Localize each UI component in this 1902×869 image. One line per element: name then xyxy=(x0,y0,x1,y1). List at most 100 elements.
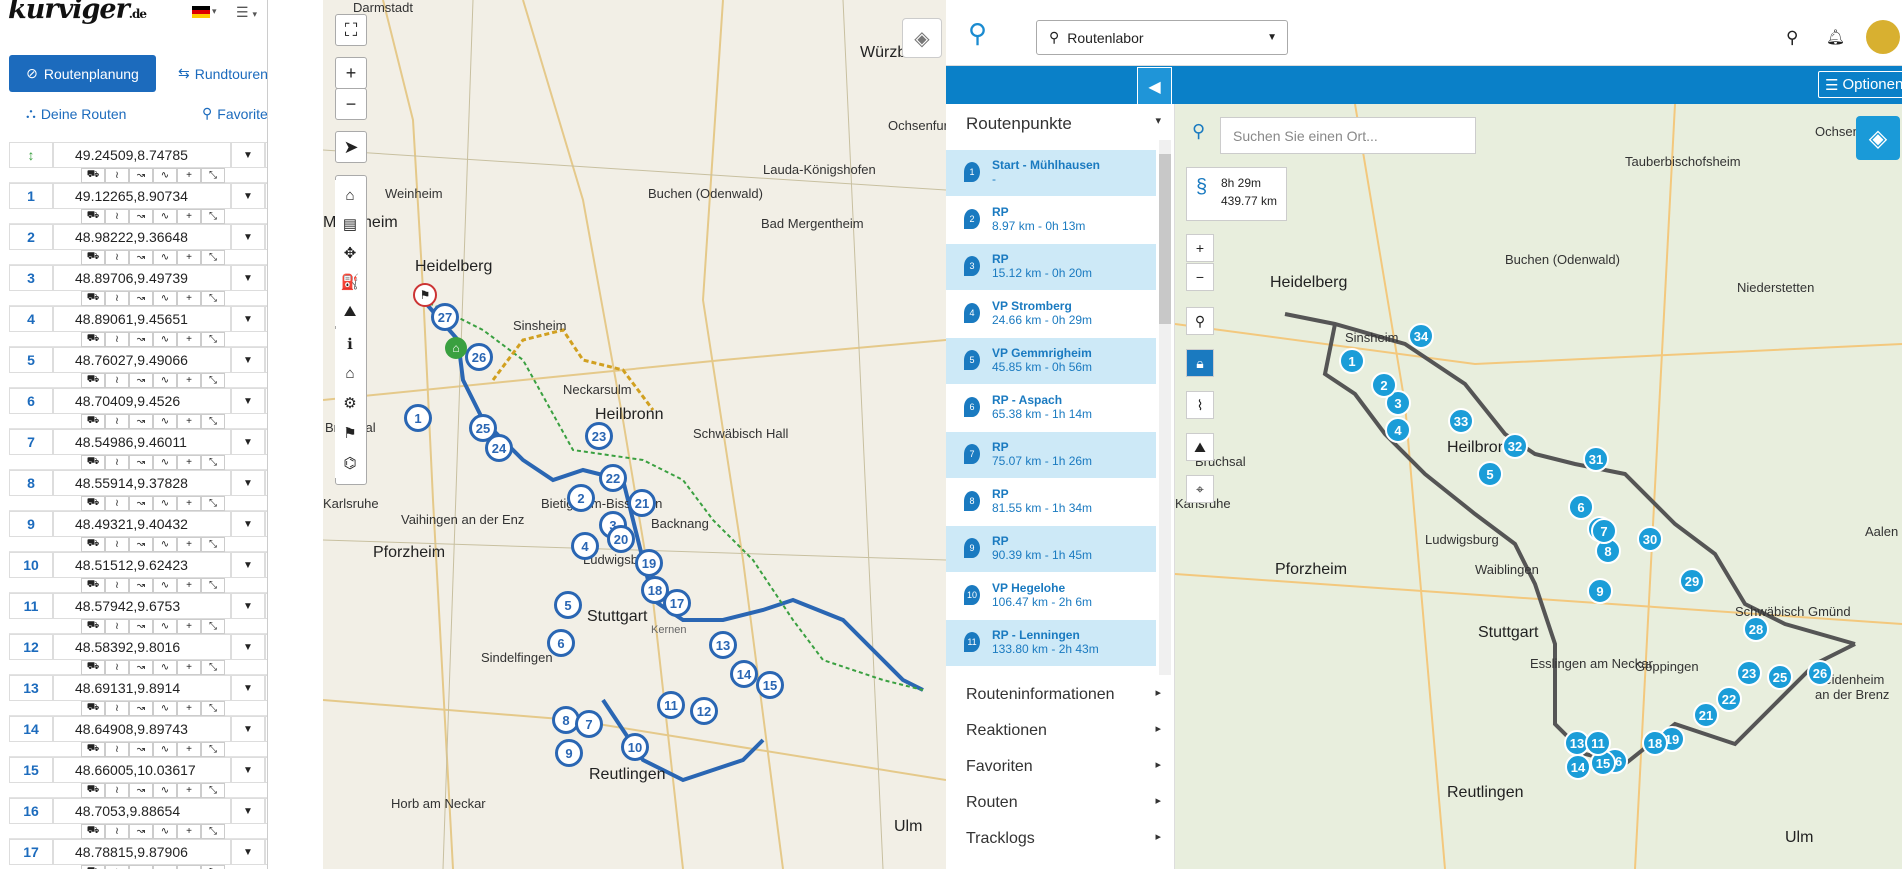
shrink-icon[interactable]: ⤡ xyxy=(201,414,225,429)
waypoint-number[interactable]: 6 xyxy=(9,388,53,414)
shrink-icon[interactable]: ⤡ xyxy=(201,742,225,757)
section-favoriten[interactable]: Favoriten ▸ xyxy=(966,758,1161,776)
deine-routen-link[interactable]: ⛬ Deine Routen xyxy=(26,105,126,122)
waypoint-number[interactable]: 16 xyxy=(9,798,53,824)
remove-waypoint-icon[interactable]: ✖ xyxy=(265,224,267,250)
routepoint-item[interactable]: 6 RP - Aspach 65.38 km - 1h 14m xyxy=(946,385,1156,431)
remove-waypoint-icon[interactable]: ✖ xyxy=(265,798,267,824)
add-icon[interactable]: + xyxy=(177,209,201,224)
waypoint-coordinate-input[interactable]: 48.58392,9.8016 xyxy=(53,634,231,660)
german-flag-icon[interactable] xyxy=(192,6,210,18)
curvy-icon[interactable]: ≀ xyxy=(105,619,129,634)
biker-icon[interactable]: ⛟ xyxy=(81,209,105,224)
waypoint-dropdown-icon[interactable]: ▼ xyxy=(231,347,265,373)
waypoint-coordinate-input[interactable]: 48.51512,9.62423 xyxy=(53,552,231,578)
biker-icon[interactable]: ⛟ xyxy=(81,660,105,675)
map-marker[interactable]: 17 xyxy=(663,589,691,617)
biker-icon[interactable]: ⛟ xyxy=(81,414,105,429)
waypoint-number[interactable]: 11 xyxy=(9,593,53,619)
add-icon[interactable]: + xyxy=(177,496,201,511)
map-marker[interactable]: 33 xyxy=(1448,408,1474,434)
biker-icon[interactable]: ⛟ xyxy=(81,373,105,388)
remove-waypoint-icon[interactable]: ✖ xyxy=(265,511,267,537)
winding-icon[interactable]: ↝ xyxy=(129,578,153,593)
info-tool-icon[interactable]: ℹ xyxy=(335,329,365,359)
curvy-icon[interactable]: ≀ xyxy=(105,455,129,470)
section-routeninformationen[interactable]: Routeninformationen ▸ xyxy=(966,686,1161,704)
add-icon[interactable]: + xyxy=(177,578,201,593)
routepoint-item[interactable]: 8 RP 81.55 km - 1h 34m xyxy=(946,479,1156,525)
map-marker[interactable]: 29 xyxy=(1679,568,1705,594)
map-marker[interactable]: 31 xyxy=(1583,446,1609,472)
waypoint-coordinate-input[interactable]: 48.54986,9.46011 xyxy=(53,429,231,455)
rundtouren-link[interactable]: ⇆ Rundtouren xyxy=(178,65,267,82)
remove-waypoint-icon[interactable]: ✖ xyxy=(265,839,267,865)
twisty-icon[interactable]: ∿ xyxy=(153,455,177,470)
lock-icon[interactable]: 🔒︎ xyxy=(1186,349,1214,377)
waypoint-coordinate-input[interactable]: 48.78815,9.87906 xyxy=(53,839,231,865)
map-marker[interactable]: 6 xyxy=(1568,494,1594,520)
shrink-icon[interactable]: ⤡ xyxy=(201,496,225,511)
curvy-icon[interactable]: ≀ xyxy=(105,373,129,388)
shrink-icon[interactable]: ⤡ xyxy=(201,783,225,798)
remove-waypoint-icon[interactable]: ✖ xyxy=(265,716,267,742)
shrink-icon[interactable]: ⤡ xyxy=(201,824,225,839)
shrink-icon[interactable]: ⤡ xyxy=(201,537,225,552)
waypoint-dropdown-icon[interactable]: ▼ xyxy=(231,142,265,168)
rider-search-icon[interactable]: ⚲ xyxy=(1192,121,1205,142)
waypoint-coordinate-input[interactable]: 48.76027,9.49066 xyxy=(53,347,231,373)
shrink-icon[interactable]: ⤡ xyxy=(201,209,225,224)
zoom-out-button[interactable]: − xyxy=(335,88,367,120)
winding-icon[interactable]: ↝ xyxy=(129,865,153,869)
waypoint-dropdown-icon[interactable]: ▼ xyxy=(231,593,265,619)
twisty-icon[interactable]: ∿ xyxy=(153,373,177,388)
waypoint-number[interactable]: 8 xyxy=(9,470,53,496)
waypoint-dropdown-icon[interactable]: ▼ xyxy=(231,552,265,578)
remove-waypoint-icon[interactable]: ✖ xyxy=(265,470,267,496)
map-marker[interactable]: 28 xyxy=(1743,616,1769,642)
binoculars-tool-icon[interactable]: ⌬ xyxy=(335,448,365,478)
curvy-icon[interactable]: ≀ xyxy=(105,537,129,552)
add-icon[interactable]: + xyxy=(177,455,201,470)
remove-waypoint-icon[interactable]: ✖ xyxy=(265,265,267,291)
twisty-icon[interactable]: ∿ xyxy=(153,701,177,716)
winding-icon[interactable]: ↝ xyxy=(129,373,153,388)
waypoint-dropdown-icon[interactable]: ▼ xyxy=(231,183,265,209)
waypoint-coordinate-input[interactable]: 49.12265,8.90734 xyxy=(53,183,231,209)
add-icon[interactable]: + xyxy=(177,619,201,634)
waypoint-number[interactable]: 2 xyxy=(9,224,53,250)
waypoint-coordinate-input[interactable]: 48.49321,9.40432 xyxy=(53,511,231,537)
winding-icon[interactable]: ↝ xyxy=(129,209,153,224)
remove-waypoint-icon[interactable]: ✖ xyxy=(265,634,267,660)
biker-icon[interactable]: ⛟ xyxy=(81,250,105,265)
language-caret-icon[interactable]: ▾ xyxy=(212,6,217,17)
biker-icon[interactable]: ⛟ xyxy=(81,578,105,593)
shrink-icon[interactable]: ⤡ xyxy=(201,660,225,675)
routepoint-item[interactable]: 5 VP Gemmrigheim 45.85 km - 0h 56m xyxy=(946,338,1156,384)
waypoint-coordinate-input[interactable]: 48.7053,9.88654 xyxy=(53,798,231,824)
map-marker[interactable]: 23 xyxy=(1736,660,1762,686)
waypoint-coordinate-input[interactable]: 48.66005,10.03617 xyxy=(53,757,231,783)
winding-icon[interactable]: ↝ xyxy=(129,619,153,634)
add-icon[interactable]: + xyxy=(177,373,201,388)
shrink-icon[interactable]: ⤡ xyxy=(201,455,225,470)
biker-icon[interactable]: ⛟ xyxy=(81,332,105,347)
map-marker[interactable]: 7 xyxy=(1591,518,1617,544)
waypoint-coordinate-input[interactable]: 48.70409,9.4526 xyxy=(53,388,231,414)
waypoint-number[interactable]: 10 xyxy=(9,552,53,578)
map-marker[interactable]: 2 xyxy=(567,484,595,512)
map-marker[interactable]: 21 xyxy=(1693,702,1719,728)
curvy-icon[interactable]: ≀ xyxy=(105,332,129,347)
section-tracklogs[interactable]: Tracklogs ▸ xyxy=(966,830,1161,848)
biker-icon[interactable]: ⛟ xyxy=(81,455,105,470)
map-marker[interactable]: 21 xyxy=(628,489,656,517)
twisty-icon[interactable]: ∿ xyxy=(153,209,177,224)
map-marker[interactable]: 2 xyxy=(1371,372,1397,398)
add-icon[interactable]: + xyxy=(177,742,201,757)
zoom-in-button[interactable]: + xyxy=(1186,234,1214,262)
zoom-out-button[interactable]: − xyxy=(1186,263,1214,291)
biker-icon[interactable]: ⛟ xyxy=(81,291,105,306)
scrollbar[interactable] xyxy=(1159,140,1171,675)
remove-waypoint-icon[interactable]: ✖ xyxy=(265,552,267,578)
waypoint-number[interactable]: 14 xyxy=(9,716,53,742)
